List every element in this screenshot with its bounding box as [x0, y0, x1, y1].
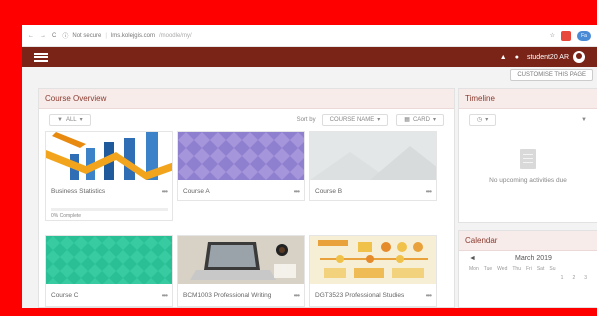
clock-icon: ◷ — [477, 117, 483, 123]
timeline-filter-dropdown[interactable]: ◷ ▾ — [469, 114, 497, 126]
course-name[interactable]: Course B — [315, 188, 426, 195]
course-image-pattern — [310, 132, 436, 180]
more-options-icon[interactable]: ••• — [294, 187, 300, 196]
weekday-label: Tue — [483, 266, 493, 272]
weekday-label: Su — [549, 266, 556, 272]
course-name[interactable]: Course A — [183, 188, 294, 195]
bookmark-star-icon[interactable]: ☆ — [550, 32, 555, 39]
empty-list-icon — [520, 149, 536, 169]
course-image-pattern — [46, 236, 172, 284]
view-value: CARD — [412, 117, 430, 123]
course-filter-row: ▼ ALL ▾ Sort by COURSE NAME ▾ ▦ CARD ▾ — [39, 109, 454, 131]
customise-page-button[interactable]: CUSTOMISE THIS PAGE — [510, 69, 593, 81]
calendar-first-week: 1 2 3 — [459, 272, 597, 281]
messages-icon[interactable]: ● — [515, 54, 519, 61]
user-avatar-icon[interactable] — [573, 51, 585, 63]
calendar-block: Calendar ◄ March 2019 Mon Tue Wed Thu Fr… — [458, 230, 597, 308]
info-icon[interactable]: ⓘ — [62, 31, 68, 40]
course-cards: Business Statistics ••• 0% Complete Cour… — [39, 131, 454, 307]
calendar-month: March 2019 — [514, 255, 552, 262]
chevron-down-icon: ▾ — [485, 117, 489, 123]
url-separator: | — [105, 32, 107, 39]
forward-icon[interactable]: → — [40, 33, 46, 39]
calendar-day[interactable]: 1 — [561, 275, 564, 281]
not-secure-label: Not secure — [72, 32, 102, 39]
notification-bell-icon[interactable]: ▲ — [500, 54, 507, 61]
calendar-day[interactable]: 2 — [572, 275, 575, 281]
course-card[interactable]: Course C ••• — [45, 235, 173, 307]
grid-icon: ▦ — [404, 117, 410, 123]
course-image-pattern — [178, 132, 304, 180]
course-progress-label: 0% Complete — [51, 213, 82, 219]
menu-icon[interactable] — [34, 52, 48, 62]
calendar-day[interactable]: 3 — [584, 275, 587, 281]
course-overview-block: Course Overview ▼ ALL ▾ Sort by COURSE N… — [38, 88, 455, 308]
course-card[interactable]: BCM1003 Professional Writing ••• — [177, 235, 305, 307]
back-icon[interactable]: ← — [28, 33, 34, 39]
weekday-label: Thu — [512, 266, 521, 272]
address-bar[interactable]: ⓘ Not secure | lms.kolejgis.com/moodle/m… — [62, 31, 543, 41]
course-card[interactable]: DGT3523 Professional Studies ••• — [309, 235, 437, 307]
timeline-empty-state: No upcoming activities due — [459, 131, 597, 184]
url-path: /moodle/my/ — [158, 32, 192, 39]
chevron-down-icon: ▾ — [79, 117, 83, 123]
site-navbar: ▲ ● student20 AR — [22, 47, 597, 67]
more-options-icon[interactable]: ••• — [162, 291, 168, 300]
weekday-label: Fri — [526, 266, 532, 272]
sort-by-label: Sort by — [296, 117, 316, 123]
weekday-label: Mon — [469, 266, 479, 272]
browser-screen: ← → C ⓘ Not secure | lms.kolejgis.com/mo… — [22, 25, 597, 308]
calendar-header: ◄ March 2019 — [459, 251, 597, 266]
more-options-icon[interactable]: ••• — [426, 187, 432, 196]
sort-dropdown[interactable]: COURSE NAME ▾ — [321, 114, 389, 126]
sort-icon[interactable]: ▼ — [581, 117, 587, 123]
course-image-laptop-desk — [178, 236, 304, 284]
timeline-block: Timeline ◷ ▾ ▼ No upcoming activities du… — [458, 88, 597, 223]
course-name[interactable]: DGT3523 Professional Studies — [315, 292, 426, 299]
timeline-title: Timeline — [459, 89, 597, 109]
sort-value: COURSE NAME — [329, 117, 375, 123]
view-dropdown[interactable]: ▦ CARD ▾ — [396, 114, 444, 126]
filter-dropdown[interactable]: ▼ ALL ▾ — [49, 114, 91, 126]
course-card[interactable]: Business Statistics ••• 0% Complete — [45, 131, 173, 221]
more-options-icon[interactable]: ••• — [294, 291, 300, 300]
extension-icon[interactable] — [561, 30, 571, 41]
course-image-business-statistics — [46, 132, 172, 180]
course-overview-title: Course Overview — [39, 89, 454, 109]
chevron-down-icon: ▾ — [377, 117, 381, 123]
calendar-title: Calendar — [459, 231, 597, 251]
course-card[interactable]: Course B ••• — [309, 131, 437, 201]
weekday-label: Sat — [536, 266, 545, 272]
chevron-down-icon: ▾ — [432, 117, 436, 123]
course-progress-bar — [51, 208, 168, 211]
profile-extension-icon[interactable]: Fa — [577, 30, 591, 41]
user-name[interactable]: student20 AR — [527, 54, 569, 61]
reload-icon[interactable]: C — [52, 33, 56, 39]
course-name[interactable]: BCM1003 Professional Writing — [183, 292, 294, 299]
course-card[interactable]: Course A ••• — [177, 131, 305, 201]
url-host: lms.kolejgis.com — [110, 32, 155, 39]
course-image-infographic — [310, 236, 436, 284]
weekday-label: Wed — [497, 266, 508, 272]
filter-value: ALL — [65, 117, 77, 123]
timeline-controls: ◷ ▾ ▼ — [459, 109, 597, 131]
more-options-icon[interactable]: ••• — [162, 187, 168, 196]
course-name[interactable]: Business Statistics — [51, 188, 162, 195]
course-name[interactable]: Course C — [51, 292, 162, 299]
timeline-empty-message: No upcoming activities due — [489, 177, 567, 184]
browser-toolbar: ← → C ⓘ Not secure | lms.kolejgis.com/mo… — [22, 25, 597, 47]
filter-funnel-icon: ▼ — [57, 117, 63, 123]
more-options-icon[interactable]: ••• — [426, 291, 432, 300]
prev-month-icon[interactable]: ◄ — [469, 255, 476, 262]
